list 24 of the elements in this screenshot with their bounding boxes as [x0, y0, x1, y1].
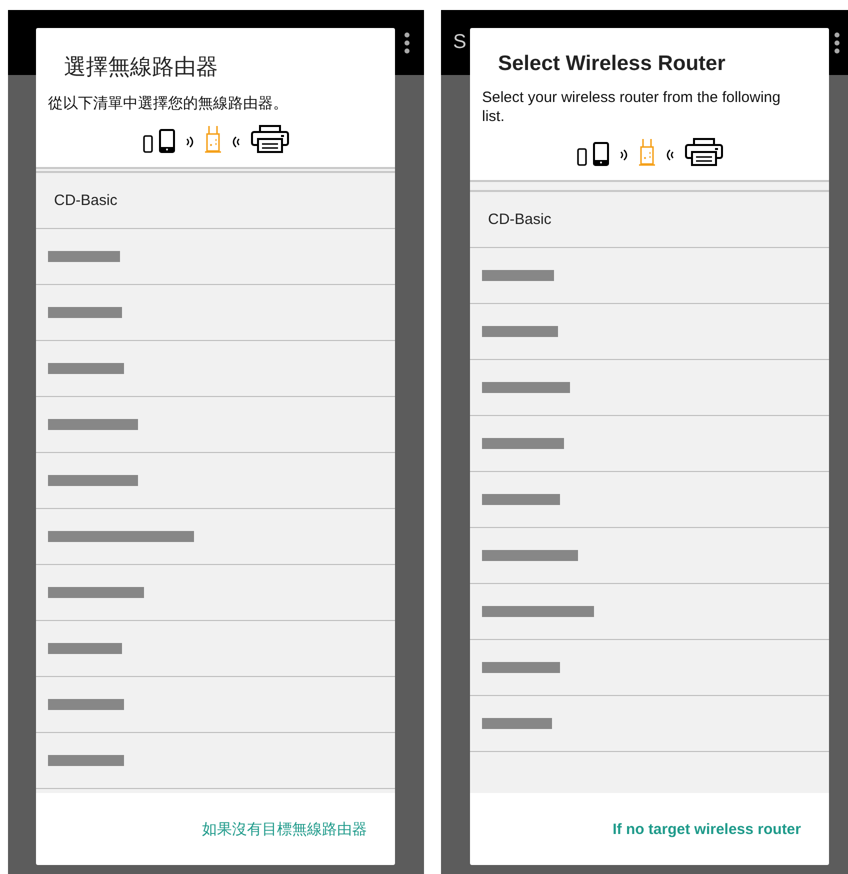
more-icon[interactable]	[404, 32, 410, 54]
router-list-item[interactable]: CD-Basic	[36, 173, 395, 229]
printer-icon	[684, 138, 722, 166]
dialog-description: 從以下清單中選擇您的無線路由器。	[48, 94, 289, 113]
tablet-icon	[158, 129, 174, 153]
app-title: S	[453, 31, 466, 54]
signal-icon	[664, 149, 674, 161]
redaction-bar	[482, 270, 554, 281]
signal-icon	[184, 136, 194, 148]
router-list-item[interactable]: CD-Basic	[470, 192, 829, 248]
router-icon	[638, 138, 654, 166]
router-icon	[204, 125, 220, 153]
more-icon[interactable]	[834, 32, 840, 54]
printer-icon	[250, 125, 288, 153]
signal-icon	[230, 136, 240, 148]
signal-icon	[618, 149, 628, 161]
tablet-icon	[592, 142, 608, 166]
redaction-bar	[48, 251, 120, 262]
redaction-bar	[482, 718, 552, 729]
dialog-description: Select your wireless router from the following list.	[482, 88, 782, 126]
phone-icon	[142, 135, 152, 153]
phone-icon	[576, 148, 586, 166]
dialog-title: 選擇無線路由器	[63, 53, 219, 81]
dialog-title: Select Wireless Router	[497, 52, 726, 76]
